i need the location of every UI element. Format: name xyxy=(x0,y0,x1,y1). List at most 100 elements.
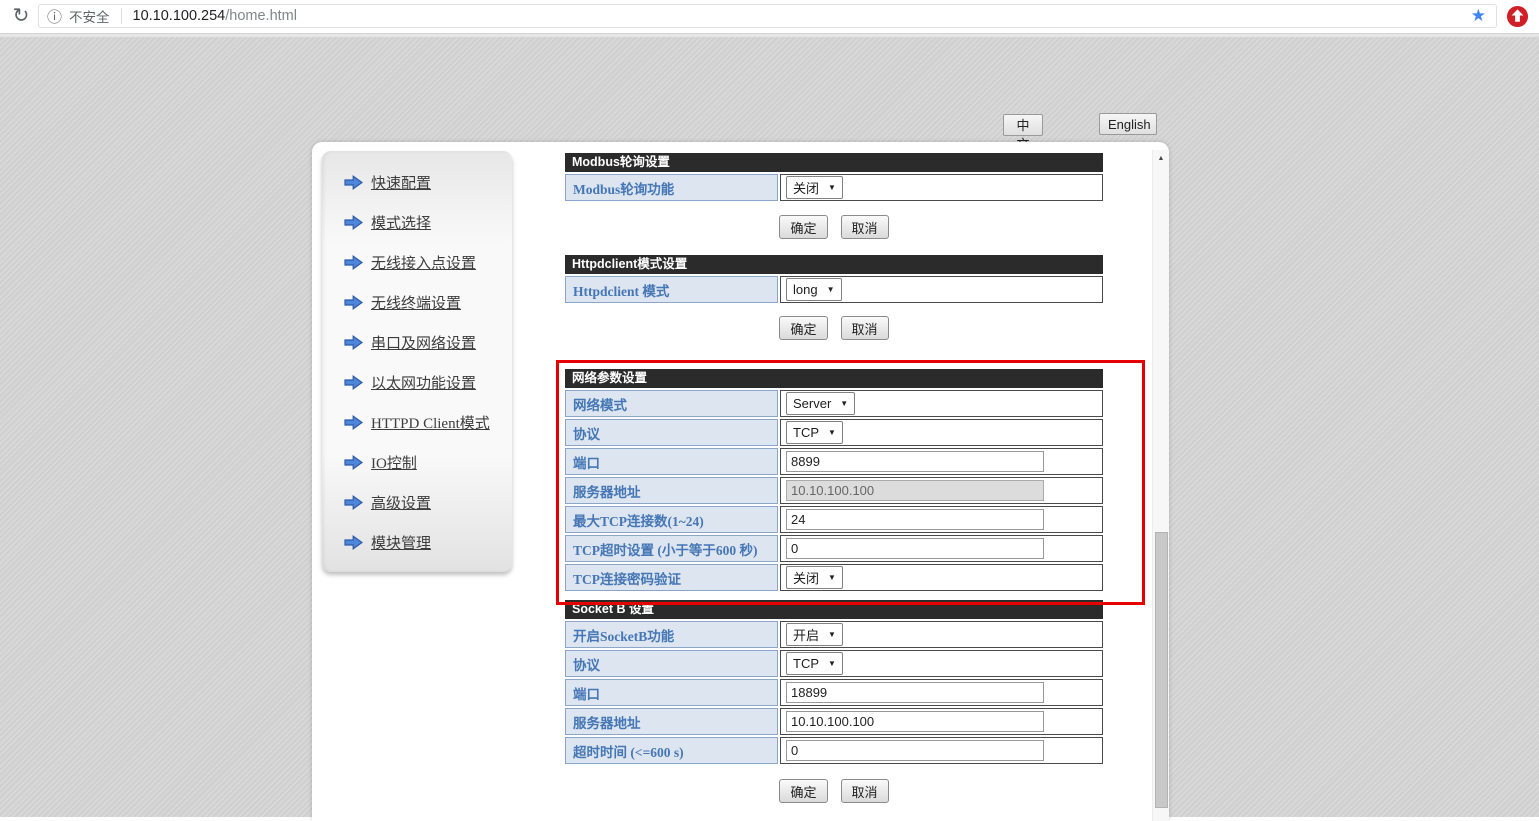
dropdown-arrow-icon: ▼ xyxy=(828,630,836,639)
sidebar-item-5[interactable]: 串口及网络设置 xyxy=(322,322,512,362)
select-value: 关闭 xyxy=(793,568,819,587)
value-cell: 关闭 ▼ xyxy=(780,564,1103,591)
value-cell: 开启 ▼ xyxy=(780,621,1103,648)
url-path: /home.html xyxy=(225,8,297,24)
sidebar-item-label[interactable]: 高级设置 xyxy=(371,492,431,513)
socketb-timeout-input[interactable] xyxy=(786,740,1044,761)
table-row: 开启SocketB功能开启 ▼ xyxy=(565,621,1103,648)
select-value: long xyxy=(793,282,818,297)
socketb-port-input[interactable] xyxy=(786,682,1044,703)
content-scrollbar[interactable]: ▲ xyxy=(1152,150,1169,821)
sidebar-item-3[interactable]: 无线接入点设置 xyxy=(322,242,512,282)
cancel-button[interactable]: 取消 xyxy=(841,215,889,239)
blue-arrow-icon xyxy=(344,255,363,270)
value-cell xyxy=(780,708,1103,735)
blue-arrow-icon xyxy=(344,535,363,550)
sidebar-item-8[interactable]: IO控制 xyxy=(322,442,512,482)
ok-button[interactable]: 确定 xyxy=(779,779,827,803)
section-httpdclient: Httpdclient模式设置 Httpdclient 模式 long▼ xyxy=(565,255,1103,303)
socketb-button-row: 确定 取消 xyxy=(565,779,1103,803)
socketb-port-label: 端口 xyxy=(565,679,778,706)
socketb-server-address-input[interactable] xyxy=(786,711,1044,732)
select-value: 开启 xyxy=(793,625,819,644)
max-tcp-connections-input[interactable] xyxy=(786,509,1044,530)
network-mode-select[interactable]: Server▼ xyxy=(786,392,855,415)
sidebar-item-label[interactable]: 无线终端设置 xyxy=(371,292,461,313)
bookmark-star-icon[interactable]: ★ xyxy=(1469,6,1488,26)
page-background: 中文 English 快速配置模式选择无线接入点设置无线终端设置串口及网络设置以… xyxy=(0,33,1539,817)
sidebar-item-label[interactable]: 快速配置 xyxy=(371,172,431,193)
section-network-params: 网络参数设置 网络模式Server▼协议TCP▼端口服务器地址最大TCP连接数(… xyxy=(565,369,1103,591)
select-value: Server xyxy=(793,396,831,411)
value-cell: TCP▼ xyxy=(780,650,1103,677)
socketb-enable-select[interactable]: 开启 ▼ xyxy=(786,623,843,646)
table-row: 最大TCP连接数(1~24) xyxy=(565,506,1103,533)
sidebar-item-1[interactable]: 快速配置 xyxy=(322,162,512,202)
blue-arrow-icon xyxy=(344,415,363,430)
reload-icon[interactable]: ↻ xyxy=(9,3,33,29)
sidebar-item-label[interactable]: 模块管理 xyxy=(371,532,431,553)
red-up-arrow-icon xyxy=(1506,5,1529,28)
blue-arrow-icon xyxy=(344,495,363,510)
port-input[interactable] xyxy=(786,451,1044,472)
value-cell xyxy=(780,535,1103,562)
ok-button[interactable]: 确定 xyxy=(779,215,827,239)
section-title: Socket B 设置 xyxy=(565,600,1103,619)
max-tcp-connections-label: 最大TCP连接数(1~24) xyxy=(565,506,778,533)
dropdown-arrow-icon: ▼ xyxy=(828,573,836,582)
modbus-poll-function-label: Modbus轮询功能 xyxy=(565,174,778,201)
ok-button[interactable]: 确定 xyxy=(779,316,827,340)
scroll-up-icon[interactable]: ▲ xyxy=(1153,150,1169,167)
select-value: TCP xyxy=(793,425,819,440)
server-address-input xyxy=(786,480,1044,501)
section-title: Modbus轮询设置 xyxy=(565,153,1103,172)
protocol-label: 协议 xyxy=(565,419,778,446)
sidebar-item-label[interactable]: 以太网功能设置 xyxy=(371,372,476,393)
sidebar-item-6[interactable]: 以太网功能设置 xyxy=(322,362,512,402)
info-icon[interactable]: ⓘ xyxy=(47,6,62,27)
tcp-password-auth-label: TCP连接密码验证 xyxy=(565,564,778,591)
value-cell xyxy=(780,448,1103,475)
language-english-button[interactable]: English xyxy=(1099,113,1157,135)
language-chinese-button[interactable]: 中文 xyxy=(1003,114,1043,136)
address-bar[interactable]: ⓘ 不安全 10.10.100.254/home.html ★ xyxy=(38,4,1497,28)
url-separator xyxy=(121,8,122,24)
security-label: 不安全 xyxy=(69,6,110,26)
protocol-select[interactable]: TCP ▼ xyxy=(786,421,843,444)
blue-arrow-icon xyxy=(344,335,363,350)
table-row: 网络模式Server▼ xyxy=(565,390,1103,417)
value-cell xyxy=(780,477,1103,504)
table-row: TCP连接密码验证关闭 ▼ xyxy=(565,564,1103,591)
httpdclient-mode-label: Httpdclient 模式 xyxy=(565,276,778,303)
blue-arrow-icon xyxy=(344,375,363,390)
sidebar-item-2[interactable]: 模式选择 xyxy=(322,202,512,242)
blue-arrow-icon xyxy=(344,215,363,230)
scrollbar-thumb[interactable] xyxy=(1155,532,1168,808)
sidebar-item-label[interactable]: HTTPD Client模式 xyxy=(371,412,490,433)
dropdown-arrow-icon: ▼ xyxy=(828,183,836,192)
cancel-button[interactable]: 取消 xyxy=(841,316,889,340)
tcp-timeout-input[interactable] xyxy=(786,538,1044,559)
tcp-password-auth-select[interactable]: 关闭 ▼ xyxy=(786,566,843,589)
sidebar-item-label[interactable]: 模式选择 xyxy=(371,212,431,233)
blue-arrow-icon xyxy=(344,295,363,310)
dropdown-arrow-icon: ▼ xyxy=(828,428,836,437)
section-modbus: Modbus轮询设置 Modbus轮询功能关闭▼ xyxy=(565,153,1103,201)
sidebar-item-9[interactable]: 高级设置 xyxy=(322,482,512,522)
modbus-poll-function-select[interactable]: 关闭▼ xyxy=(786,176,843,199)
sidebar-item-10[interactable]: 模块管理 xyxy=(322,522,512,562)
blue-arrow-icon xyxy=(344,455,363,470)
sidebar-item-7[interactable]: HTTPD Client模式 xyxy=(322,402,512,442)
socketb-protocol-label: 协议 xyxy=(565,650,778,677)
extension-icon[interactable] xyxy=(1506,5,1529,28)
socketb-protocol-select[interactable]: TCP▼ xyxy=(786,652,843,675)
section-title: Httpdclient模式设置 xyxy=(565,255,1103,274)
sidebar-item-label[interactable]: IO控制 xyxy=(371,452,417,473)
sidebar-item-label[interactable]: 无线接入点设置 xyxy=(371,252,476,273)
sidebar-item-4[interactable]: 无线终端设置 xyxy=(322,282,512,322)
cancel-button[interactable]: 取消 xyxy=(841,779,889,803)
section-socket-b: Socket B 设置 开启SocketB功能开启▼协议TCP▼端口服务器地址超… xyxy=(565,600,1103,764)
socketb-enable-label: 开启SocketB功能 xyxy=(565,621,778,648)
sidebar-item-label[interactable]: 串口及网络设置 xyxy=(371,332,476,353)
httpdclient-mode-select[interactable]: long▼ xyxy=(786,278,842,301)
